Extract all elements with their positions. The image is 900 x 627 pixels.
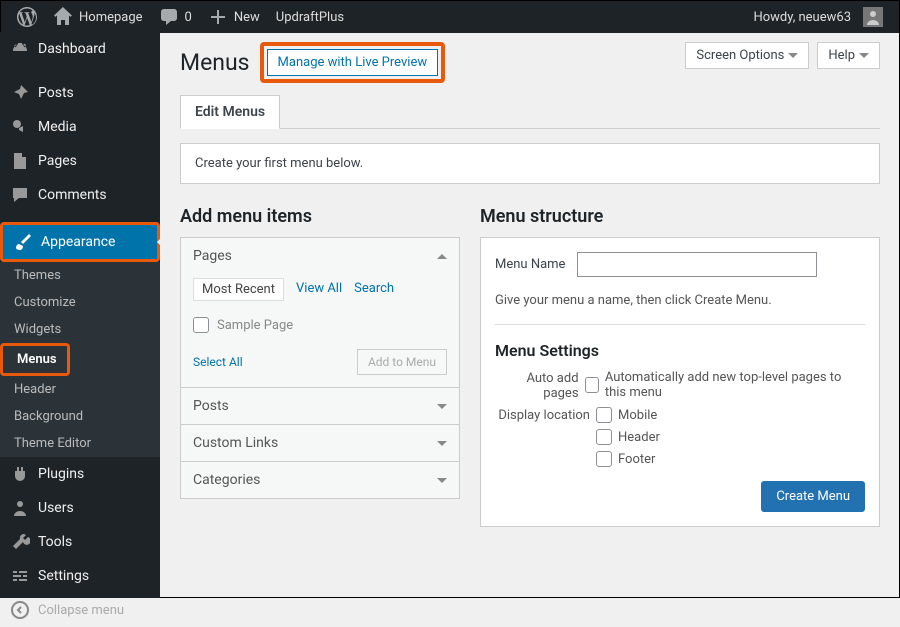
acc-custom-links-head[interactable]: Custom Links bbox=[181, 424, 459, 461]
chevron-up-icon bbox=[437, 254, 447, 259]
sample-page-checkbox[interactable] bbox=[193, 317, 209, 333]
home-icon bbox=[53, 7, 73, 27]
menu-structure-heading: Menu structure bbox=[480, 206, 880, 227]
chevron-down-icon bbox=[437, 478, 447, 483]
appearance-submenu: Themes Customize Widgets Menus Header Ba… bbox=[0, 262, 160, 457]
submenu-widgets[interactable]: Widgets bbox=[0, 316, 160, 343]
add-to-menu-button[interactable]: Add to Menu bbox=[357, 349, 447, 375]
comments-link[interactable]: 0 bbox=[151, 1, 200, 33]
wordpress-icon bbox=[17, 7, 37, 27]
auto-add-checkbox[interactable] bbox=[585, 377, 599, 393]
sidebar-item-media[interactable]: Media bbox=[0, 110, 160, 144]
site-link[interactable]: Homepage bbox=[45, 1, 151, 33]
chevron-down-icon bbox=[437, 441, 447, 446]
tabs: Edit Menus bbox=[180, 95, 880, 129]
user-icon bbox=[10, 498, 30, 518]
menu-structure-box: Menu Name Give your menu a name, then cl… bbox=[480, 237, 880, 527]
submenu-customize[interactable]: Customize bbox=[0, 289, 160, 316]
page-title: Menus bbox=[180, 49, 250, 76]
sidebar-item-tools[interactable]: Tools bbox=[0, 525, 160, 559]
acc-posts-head[interactable]: Posts bbox=[181, 387, 459, 424]
acc-pages-body: Most Recent View All Search Sample Page … bbox=[181, 274, 459, 387]
collapse-icon bbox=[10, 600, 30, 620]
sidebar-item-pages[interactable]: Pages bbox=[0, 144, 160, 178]
media-icon bbox=[10, 117, 30, 137]
auto-add-label: Auto add pages bbox=[495, 370, 579, 401]
display-location-label: Display location bbox=[495, 407, 590, 423]
sidebar-item-settings[interactable]: Settings bbox=[0, 559, 160, 593]
add-items-accordion: Pages Most Recent View All Search Sample… bbox=[180, 237, 460, 499]
chevron-down-icon bbox=[859, 53, 869, 58]
plug-icon bbox=[10, 464, 30, 484]
admin-sidebar: Dashboard Posts Media Pages Comments App… bbox=[0, 32, 160, 598]
submenu-menus[interactable]: Menus bbox=[0, 343, 70, 376]
comment-icon bbox=[159, 7, 179, 27]
howdy-text: Howdy, neuew63 bbox=[753, 10, 851, 25]
live-preview-button[interactable]: Manage with Live Preview bbox=[267, 49, 439, 76]
help-button[interactable]: Help bbox=[817, 42, 880, 69]
submenu-background[interactable]: Background bbox=[0, 403, 160, 430]
comments-count: 0 bbox=[185, 10, 192, 25]
sidebar-item-dashboard[interactable]: Dashboard bbox=[0, 32, 160, 66]
acc-categories-head[interactable]: Categories bbox=[181, 461, 459, 498]
pin-icon bbox=[10, 83, 30, 103]
menu-name-input[interactable] bbox=[577, 252, 817, 277]
menu-settings-heading: Menu Settings bbox=[495, 341, 865, 360]
sliders-icon bbox=[10, 566, 30, 586]
subtab-search[interactable]: Search bbox=[354, 278, 394, 301]
sample-page-label: Sample Page bbox=[217, 318, 293, 333]
subtab-most-recent[interactable]: Most Recent bbox=[193, 278, 284, 301]
loc-header-checkbox[interactable] bbox=[596, 429, 612, 445]
avatar-icon bbox=[863, 7, 883, 27]
create-menu-button[interactable]: Create Menu bbox=[761, 481, 865, 512]
sidebar-item-users[interactable]: Users bbox=[0, 491, 160, 525]
updraft-link[interactable]: UpdraftPlus bbox=[268, 1, 352, 33]
sidebar-item-plugins[interactable]: Plugins bbox=[0, 457, 160, 491]
menu-hint: Give your menu a name, then click Create… bbox=[495, 293, 865, 308]
subtab-view-all[interactable]: View All bbox=[296, 278, 342, 301]
menu-name-label: Menu Name bbox=[495, 257, 565, 272]
new-link[interactable]: New bbox=[200, 1, 268, 33]
howdy-link[interactable]: Howdy, neuew63 bbox=[745, 1, 891, 33]
submenu-themes[interactable]: Themes bbox=[0, 262, 160, 289]
site-name: Homepage bbox=[79, 10, 143, 25]
content-area: Screen Options Help Menus Manage with Li… bbox=[160, 32, 900, 598]
plus-icon bbox=[208, 7, 228, 27]
brush-icon bbox=[13, 232, 33, 252]
new-label: New bbox=[234, 10, 260, 25]
loc-footer-checkbox[interactable] bbox=[596, 451, 612, 467]
acc-pages-head[interactable]: Pages bbox=[181, 238, 459, 274]
admin-bar: Homepage 0 New UpdraftPlus Howdy, neuew6… bbox=[1, 1, 899, 33]
screen-options-button[interactable]: Screen Options bbox=[685, 42, 809, 69]
tab-edit-menus[interactable]: Edit Menus bbox=[180, 95, 280, 129]
chevron-down-icon bbox=[788, 53, 798, 58]
add-items-heading: Add menu items bbox=[180, 206, 460, 227]
sidebar-item-appearance[interactable]: Appearance bbox=[0, 222, 160, 262]
comment-icon bbox=[10, 185, 30, 205]
chevron-down-icon bbox=[437, 404, 447, 409]
dashboard-icon bbox=[10, 39, 30, 59]
loc-mobile-checkbox[interactable] bbox=[596, 407, 612, 423]
highlight-box: Manage with Live Preview bbox=[260, 42, 446, 83]
auto-add-option: Automatically add new top-level pages to… bbox=[605, 370, 865, 400]
divider bbox=[495, 324, 865, 325]
select-all-link[interactable]: Select All bbox=[193, 355, 243, 369]
collapse-menu[interactable]: Collapse menu bbox=[0, 593, 160, 627]
sidebar-item-posts[interactable]: Posts bbox=[0, 76, 160, 110]
submenu-header[interactable]: Header bbox=[0, 376, 160, 403]
sidebar-item-comments[interactable]: Comments bbox=[0, 178, 160, 212]
wrench-icon bbox=[10, 532, 30, 552]
submenu-theme-editor[interactable]: Theme Editor bbox=[0, 430, 160, 457]
wp-logo[interactable] bbox=[9, 1, 45, 33]
page-icon bbox=[10, 151, 30, 171]
notice-box: Create your first menu below. bbox=[180, 143, 880, 184]
